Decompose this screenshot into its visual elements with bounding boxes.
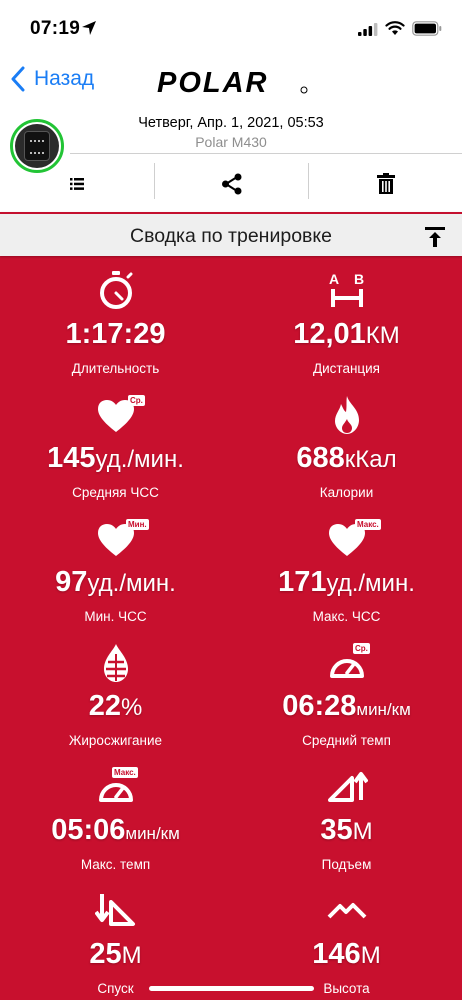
stat-unit: мин/км (125, 824, 180, 843)
heart-badge: Ср. (128, 395, 145, 406)
stat-value: 97 (55, 566, 88, 598)
stats-grid: 1:17:29 Длительность A B 12,01КМ Дистанц… (0, 256, 462, 1000)
stat-value: 1:17:29 (65, 318, 166, 350)
stat-unit: М (360, 942, 381, 969)
stat-value: 25 (89, 938, 122, 970)
stat-value: 05:06 (51, 814, 126, 846)
stat-label: Макс. ЧСС (312, 609, 381, 624)
stat-label: Средний темп (302, 733, 391, 748)
stat-label: Дистанция (312, 361, 380, 376)
share-icon (221, 173, 241, 194)
home-indicator[interactable] (149, 986, 314, 991)
polar-logo-text: POLAR (157, 68, 269, 96)
stat-label: Жиросжигание (68, 733, 163, 748)
device-avatar[interactable] (10, 119, 64, 173)
heart-badge: Макс. (355, 519, 381, 530)
stopwatch-icon (100, 271, 133, 309)
back-button[interactable]: Назад (10, 66, 94, 92)
watch-icon (24, 131, 50, 161)
cellular-signal-icon (358, 23, 378, 36)
stat-value: 146 (312, 938, 361, 970)
pace-badge: Ср. (353, 643, 370, 654)
stat-label: Макс. темп (80, 857, 151, 872)
nav-bar: Назад POLAR (0, 56, 462, 108)
toolbar (0, 155, 462, 212)
stat-value: 06:28 (282, 690, 357, 722)
stat-unit: М (121, 942, 142, 969)
list-icon (70, 177, 84, 190)
fat-burn-icon (104, 644, 128, 682)
chevron-left-icon (11, 66, 25, 92)
delete-button[interactable] (309, 155, 462, 212)
descent-icon (95, 894, 135, 926)
battery-icon (412, 21, 442, 36)
location-arrow-icon (82, 21, 96, 35)
stat-label: Длительность (71, 361, 160, 376)
flame-icon (335, 396, 359, 434)
stat-unit: уд./мин. (326, 570, 415, 597)
distance-icon-letter-b: B (354, 271, 364, 287)
stat-value: 171 (278, 566, 327, 598)
altitude-icon (327, 903, 367, 919)
stat-unit: мин/км (356, 700, 411, 719)
stat-value: 22 (88, 690, 121, 722)
polar-logo: POLAR (157, 68, 308, 96)
stat-value: 688 (296, 442, 345, 474)
stat-unit: КМ (365, 322, 400, 349)
stat-unit: М (352, 818, 373, 845)
wifi-icon (385, 21, 405, 35)
stat-value: 12,01 (293, 318, 366, 350)
header-divider (70, 153, 462, 154)
share-button[interactable] (155, 155, 308, 212)
stat-label: Мин. ЧСС (84, 609, 147, 624)
device-name: Polar M430 (195, 134, 267, 150)
section-title: Сводка по тренировке (130, 225, 332, 247)
session-date: Четверг, Апр. 1, 2021, 05:53 (138, 115, 324, 131)
trash-icon (376, 172, 395, 194)
stat-label: Средняя ЧСС (72, 485, 159, 500)
stat-label: Калории (319, 485, 374, 500)
stat-unit: уд./мин. (87, 570, 176, 597)
summary-section-header[interactable]: Сводка по тренировке (0, 212, 462, 256)
stat-unit: уд./мин. (95, 446, 184, 473)
stat-unit: % (120, 694, 143, 721)
distance-icon-letter-a: A (329, 271, 339, 287)
status-time: 07:19 (30, 18, 81, 39)
distance-ab-icon: A B (329, 271, 364, 307)
stat-label: Подъем (321, 857, 372, 872)
pace-badge: Макс. (112, 767, 138, 778)
back-button-label: Назад (34, 67, 95, 90)
stat-value: 145 (47, 442, 96, 474)
stat-unit: кКал (344, 446, 397, 473)
heart-badge: Мин. (126, 519, 149, 530)
collapse-icon[interactable] (424, 226, 446, 248)
status-bar: 07:19 (0, 0, 462, 56)
ascent-icon (328, 772, 368, 802)
stat-value: 35 (320, 814, 353, 846)
